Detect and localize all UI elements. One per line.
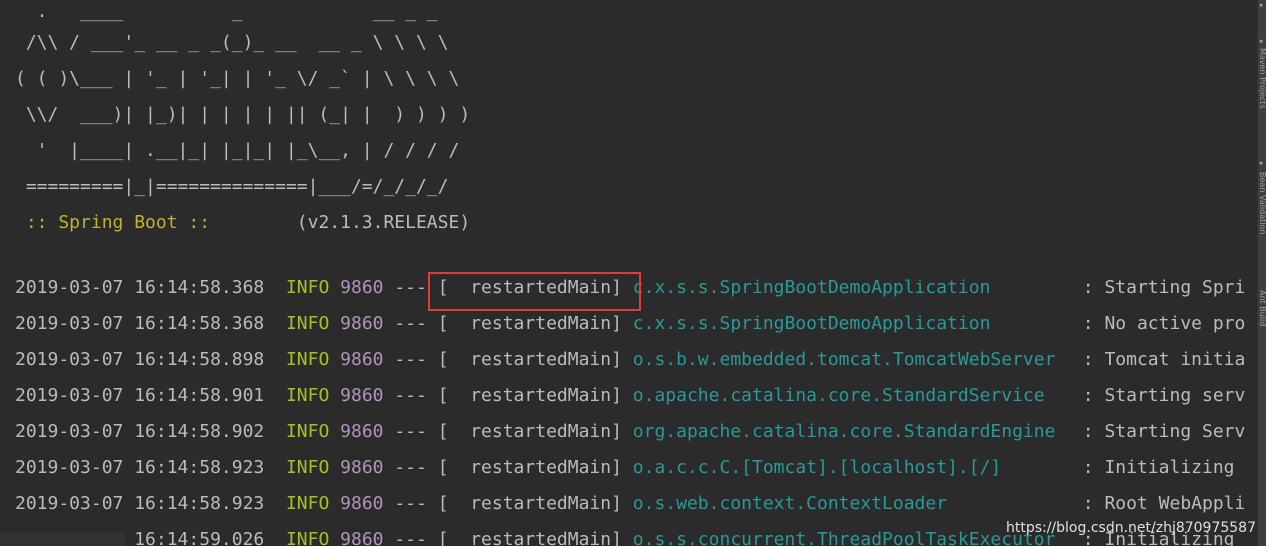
log-line: 2019-03-07 16:14:58.368 INFO 9860 --- [ …: [15, 270, 1245, 306]
log-logger: org.apache.catalina.core.StandardEngine: [632, 421, 1056, 442]
log-pid: 9860: [340, 421, 384, 442]
log-pid: 9860: [340, 493, 384, 514]
log-level: INFO: [285, 385, 330, 406]
log-timestamp: 2019-03-07 16:14:58.923: [15, 457, 265, 478]
log-thread: [ restartedMain]: [437, 421, 622, 442]
log-pid: 9860: [340, 313, 384, 334]
log-logger: c.x.s.s.SpringBootDemoApplication: [632, 277, 991, 298]
maven-icon[interactable]: ▪: [1259, 38, 1266, 45]
log-separator: ---: [394, 529, 427, 546]
log-timestamp: 2019-03-07 16:14:58.898: [15, 349, 265, 370]
log-line: 2019-03-07 16:14:58.902 INFO 9860 --- [ …: [15, 414, 1245, 450]
log-line: 2019-03-07 16:14:58.898 INFO 9860 --- [ …: [15, 342, 1245, 378]
log-message: : No active pro: [1082, 313, 1246, 334]
banner-line: ( ( )\___ | '_ | '_| | '_ \/ _` | \ \ \ …: [15, 68, 460, 89]
side-tab-bean-validation[interactable]: Bean Validation: [1258, 172, 1266, 282]
log-pid: 9860: [340, 457, 384, 478]
database-icon[interactable]: ▪: [1259, 2, 1266, 9]
log-message: : Starting Spri: [1082, 277, 1246, 298]
log-separator: ---: [394, 457, 427, 478]
log-thread: [ restartedMain]: [437, 313, 622, 334]
log-line: 2019-03-07 16:14:58.923 INFO 9860 --- [ …: [15, 486, 1245, 522]
log-thread: [ restartedMain]: [437, 457, 622, 478]
log-thread: [ restartedMain]: [437, 385, 622, 406]
log-timestamp: 2019-03-07 16:14:58.368: [15, 313, 265, 334]
watermark: https://blog.csdn.net/zhj870975587: [1005, 520, 1256, 536]
log-logger: o.s.b.w.embedded.tomcat.TomcatWebServer: [632, 349, 1056, 370]
log-timestamp: 2019-03-07 16:14:58.901: [15, 385, 265, 406]
log-level: INFO: [285, 421, 330, 442]
log-timestamp: 2019-03-07 16:14:58.902: [15, 421, 265, 442]
spring-boot-label: :: Spring Boot ::: [15, 212, 221, 233]
log-separator: ---: [394, 493, 427, 514]
log-timestamp: 2019-03-07 16:14:58.923: [15, 493, 265, 514]
log-pid: 9860: [340, 349, 384, 370]
bean-validation-icon[interactable]: ▪: [1259, 160, 1266, 167]
log-separator: ---: [394, 385, 427, 406]
log-thread: [ restartedMain]: [437, 493, 622, 514]
log-separator: ---: [394, 277, 427, 298]
log-level: INFO: [285, 493, 330, 514]
banner-line: =========|_|==============|___/=/_/_/_/: [15, 176, 449, 197]
right-tool-window-bar[interactable]: ▪ ▪ Maven Projects ▪ Bean Validation Ant…: [1257, 0, 1266, 546]
log-separator: ---: [394, 313, 427, 334]
log-timestamp: 2019-03-07 16:14:58.368: [15, 277, 265, 298]
log-logger: o.a.c.c.C.[Tomcat].[localhost].[/]: [632, 457, 1002, 478]
side-tab-ant-build[interactable]: Ant Build: [1258, 290, 1266, 350]
log-pid: 9860: [340, 529, 384, 546]
log-logger: o.s.web.context.ContextLoader: [632, 493, 948, 514]
log-level: INFO: [285, 277, 330, 298]
spring-boot-version: (v2.1.3.RELEASE): [220, 212, 471, 233]
log-message: : Root WebAppli: [1082, 493, 1246, 514]
spring-boot-version-line: :: Spring Boot :: (v2.1.3.RELEASE): [15, 205, 470, 241]
banner-line: \\/ ___)| |_)| | | | | || (_| | ) ) ) ): [15, 104, 471, 125]
log-logger: o.apache.catalina.core.StandardService: [632, 385, 1045, 406]
log-thread: [ restartedMain]: [437, 349, 622, 370]
log-level: INFO: [285, 529, 330, 546]
log-level: INFO: [285, 349, 330, 370]
log-line: 2019-03-07 16:14:58.368 INFO 9860 --- [ …: [15, 306, 1245, 342]
log-separator: ---: [394, 421, 427, 442]
log-message: : Tomcat initia: [1082, 349, 1246, 370]
log-thread: [ restartedMain]: [437, 277, 622, 298]
log-message: : Starting serv: [1082, 385, 1246, 406]
log-level: INFO: [285, 313, 330, 334]
log-thread: [ restartedMain]: [437, 529, 622, 546]
partial-line-shade: [0, 532, 125, 546]
side-tab-maven-projects[interactable]: Maven Projects: [1258, 48, 1266, 138]
log-line: 2019-03-07 16:14:58.901 INFO 9860 --- [ …: [15, 378, 1245, 414]
log-pid: 9860: [340, 277, 384, 298]
banner-line: ' |____| .__|_| |_|_| |_\__, | / / / /: [15, 140, 460, 161]
log-message: : Initializing: [1082, 457, 1235, 478]
log-level: INFO: [285, 457, 330, 478]
log-message: : Starting Serv: [1082, 421, 1246, 442]
log-logger: c.x.s.s.SpringBootDemoApplication: [632, 313, 991, 334]
log-pid: 9860: [340, 385, 384, 406]
run-console[interactable]: . ____ _ __ _ _ /\\ / ___'_ __ _ _(_)_ _…: [0, 0, 1257, 546]
log-separator: ---: [394, 349, 427, 370]
log-line: 2019-03-07 16:14:58.923 INFO 9860 --- [ …: [15, 450, 1235, 486]
banner-line: /\\ / ___'_ __ _ _(_)_ __ __ _ \ \ \ \: [15, 32, 449, 53]
